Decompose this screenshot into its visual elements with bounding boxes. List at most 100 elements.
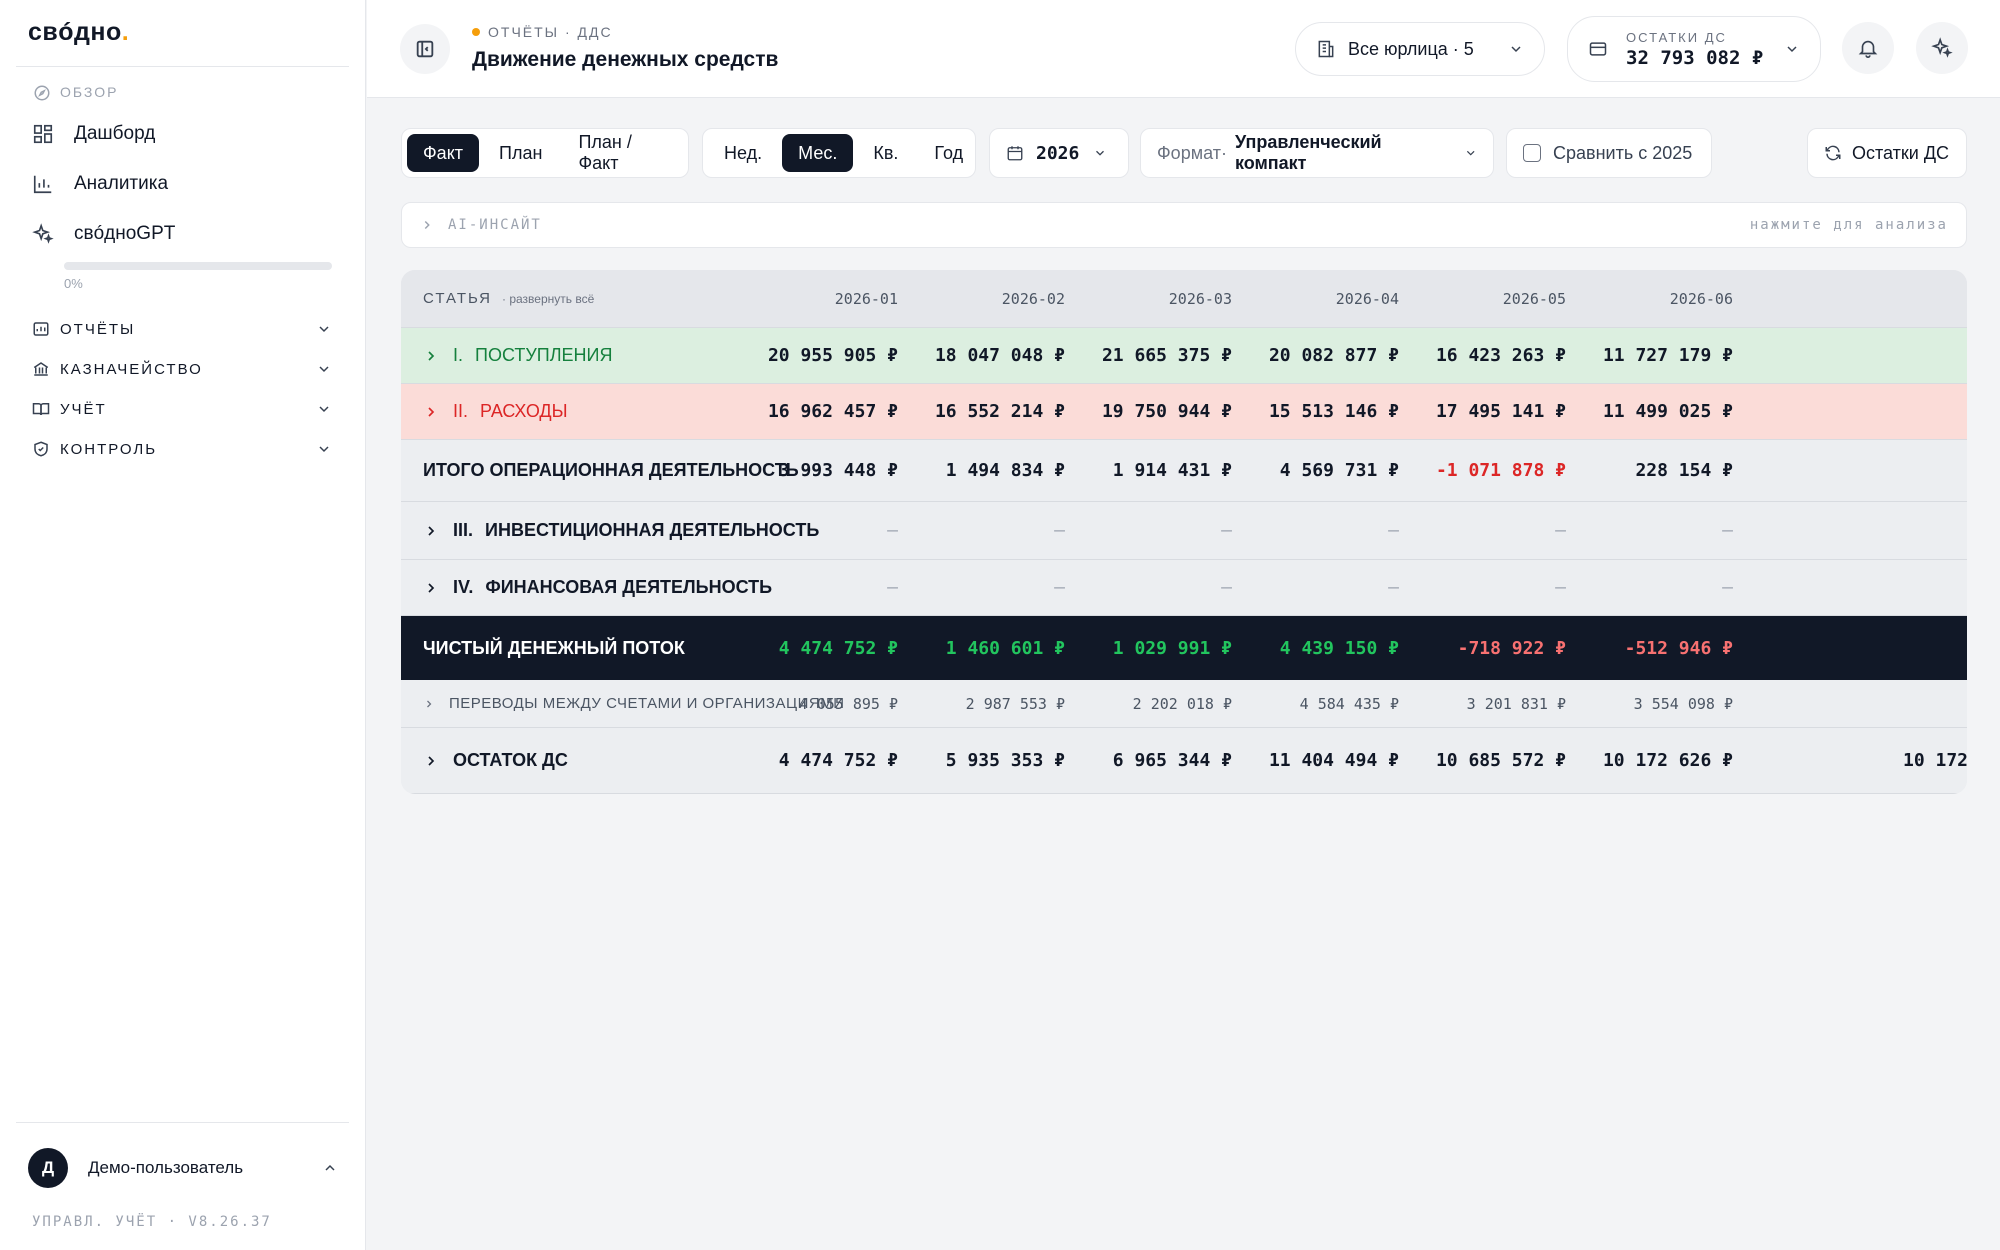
row-label-cell: ЧИСТЫЙ ДЕНЕЖНЫЙ ПОТОК	[423, 638, 685, 659]
table-row-financing[interactable]: IV. ФИНАНСОВАЯ ДЕЯТЕЛЬНОСТЬ — — — — — —	[401, 560, 1967, 616]
chevron-right-icon[interactable]	[423, 348, 439, 364]
table-cell: 19 750 944 ₽	[1101, 401, 1232, 422]
app-logo[interactable]: свóдно.	[28, 18, 129, 47]
chevron-right-icon[interactable]	[423, 404, 439, 420]
table-cell: 3 993 448 ₽	[778, 460, 898, 481]
ai-assistant-button[interactable]	[1916, 22, 1968, 74]
sidebar-group-label: УЧЁТ	[60, 400, 107, 418]
compare-toggle[interactable]: Сравнить с 2025	[1506, 128, 1712, 178]
year-selector[interactable]: 2026	[989, 128, 1129, 178]
table-cell: —	[1722, 577, 1733, 598]
table-cell: —	[1054, 577, 1065, 598]
breadcrumb: ОТЧЁТЫ · ДДС	[472, 24, 613, 40]
chevron-right-icon[interactable]	[423, 580, 439, 596]
sidebar-group-treasury[interactable]: КАЗНАЧЕЙСТВО	[32, 354, 332, 384]
top-header: ОТЧЁТЫ · ДДС Движение денежных средств В…	[367, 0, 2000, 98]
sidebar-item-label: свóдноGPT	[74, 223, 176, 244]
cash-balances-button[interactable]: Остатки ДС	[1807, 128, 1967, 178]
cash-balances-label: Остатки ДС	[1852, 142, 1950, 163]
table-row-transfers[interactable]: ПЕРЕВОДЫ МЕЖДУ СЧЕТАМИ И ОРГАНИЗАЦИЯМИ 4 …	[401, 680, 1967, 728]
table-cell: 6 965 344 ₽	[1112, 750, 1232, 771]
tab-quarter[interactable]: Кв.	[857, 134, 914, 172]
table-cell: 16 552 214 ₽	[934, 401, 1065, 422]
table-cell: —	[1388, 577, 1399, 598]
row-number: I.	[453, 345, 464, 365]
bell-icon	[1858, 40, 1878, 58]
format-selector[interactable]: Формат· Управленческий компакт	[1140, 128, 1494, 178]
row-label: ИТОГО ОПЕРАЦИОННАЯ ДЕЯТЕЛЬНОСТЬ	[423, 460, 799, 480]
sidebar-toggle-icon	[416, 40, 434, 58]
page-title: Движение денежных средств	[472, 48, 779, 71]
entity-selector-label: Все юрлица · 5	[1348, 38, 1474, 59]
chevron-down-icon	[319, 406, 329, 413]
chevron-right-icon[interactable]	[423, 698, 435, 710]
entity-selector[interactable]: Все юрлица · 5	[1295, 22, 1545, 76]
table-cell: —	[887, 520, 898, 541]
bar-chart-icon	[33, 175, 52, 194]
tab-month[interactable]: Мес.	[782, 134, 854, 172]
sidebar-item-analytics[interactable]: Аналитика	[32, 164, 168, 204]
table-cell: 1 460 601 ₽	[945, 637, 1065, 659]
collapse-sidebar-button[interactable]	[400, 24, 450, 74]
tab-week[interactable]: Нед.	[708, 134, 778, 172]
sidebar-group-label: КАЗНАЧЕЙСТВО	[60, 360, 203, 378]
compass-icon	[34, 85, 50, 101]
table-cell: 11 727 179 ₽	[1602, 345, 1733, 366]
compare-checkbox[interactable]	[1523, 144, 1541, 162]
table-cell: 15 513 146 ₽	[1268, 401, 1399, 422]
table-cell: 11 499 025 ₽	[1602, 401, 1733, 422]
column-header: 2026-02	[1001, 289, 1065, 308]
table-row-expenses[interactable]: II. РАСХОДЫ 16 962 457 ₽ 16 552 214 ₽ 19 750…	[401, 384, 1967, 440]
table-cell: -512 946 ₽	[1624, 637, 1733, 659]
table-row-income[interactable]: I. ПОСТУПЛЕНИЯ 20 955 905 ₽ 18 047 048 ₽ 21 …	[401, 328, 1967, 384]
table-cell: —	[1722, 520, 1733, 541]
chevron-up-icon	[325, 1164, 335, 1171]
refresh-icon	[1825, 145, 1841, 161]
sidebar-group-reports[interactable]: ОТЧЁТЫ	[32, 314, 332, 344]
chevron-down-icon	[319, 446, 329, 453]
table-cell: -718 922 ₽	[1457, 637, 1566, 659]
row-number: IV.	[453, 577, 474, 597]
row-label-cell: ПЕРЕВОДЫ МЕЖДУ СЧЕТАМИ И ОРГАНИЗАЦИЯМИ	[423, 695, 844, 712]
table-cell: 17 495 141 ₽	[1435, 401, 1566, 422]
row-number: III.	[453, 520, 474, 540]
user-name: Демо-пользователь	[88, 1158, 244, 1177]
table-cell: 3 201 831 ₽	[1466, 694, 1566, 713]
table-cell: 4 439 150 ₽	[1279, 637, 1399, 659]
sidebar-group-accounting[interactable]: УЧЁТ	[32, 394, 332, 424]
cash-balance-label: ОСТАТКИ ДС	[1626, 29, 1727, 45]
ai-insight-label: AI-ИНСАЙТ	[448, 217, 542, 233]
sidebar: свóдно. ОБЗОР Дашборд Аналитика свóдноGP…	[0, 0, 366, 1250]
table-cell: 4 474 752 ₽	[778, 750, 898, 771]
tab-year[interactable]: Год	[918, 134, 979, 172]
table-cell: 4 584 435 ₽	[1299, 694, 1399, 713]
sidebar-item-gpt[interactable]: свóдноGPT	[32, 214, 175, 254]
section-label-overview: ОБЗОР	[60, 84, 119, 100]
ai-insight-bar[interactable]: AI-ИНСАЙТ нажмите для анализа	[401, 202, 1967, 248]
table-row-cash-balance[interactable]: ОСТАТОК ДС 4 474 752 ₽ 5 935 353 ₽ 6 965 34…	[401, 728, 1967, 794]
sidebar-item-dashboard[interactable]: Дашборд	[32, 114, 155, 154]
notifications-button[interactable]	[1842, 22, 1894, 74]
compare-label: Сравнить с 2025	[1553, 142, 1693, 163]
table-cell: 16 962 457 ₽	[767, 401, 898, 422]
table-cell: 4 569 731 ₽	[1279, 460, 1399, 481]
column-header: 2026-06	[1669, 289, 1733, 308]
row-label-cell: ИТОГО ОПЕРАЦИОННАЯ ДЕЯТЕЛЬНОСТЬ	[423, 460, 799, 481]
row-number: II.	[453, 401, 469, 421]
chevron-right-icon[interactable]	[423, 523, 439, 539]
table-row-investing[interactable]: III. ИНВЕСТИЦИОННАЯ ДЕЯТЕЛЬНОСТЬ — — — — — —	[401, 502, 1967, 560]
user-menu[interactable]: Д Демо-пользователь	[28, 1148, 338, 1188]
tab-plan[interactable]: План	[483, 134, 558, 172]
sidebar-group-control[interactable]: КОНТРОЛЬ	[32, 434, 332, 464]
table-cell: 2 202 018 ₽	[1132, 694, 1232, 713]
table-cell: 20 955 905 ₽	[767, 345, 898, 366]
tab-plan-vs-fact[interactable]: План / Факт	[562, 132, 683, 173]
expand-all-link[interactable]: · развернуть всё	[502, 292, 594, 306]
chevron-down-icon	[1787, 46, 1797, 53]
chevron-right-icon[interactable]	[423, 753, 439, 769]
table-cell: 16 423 263 ₽	[1435, 345, 1566, 366]
cash-balance-selector[interactable]: ОСТАТКИ ДС 32 793 082 ₽	[1567, 16, 1821, 82]
cash-balance-value: 32 793 082 ₽	[1626, 46, 1764, 69]
table-cell: —	[1221, 520, 1232, 541]
tab-fact[interactable]: Факт	[407, 134, 480, 172]
